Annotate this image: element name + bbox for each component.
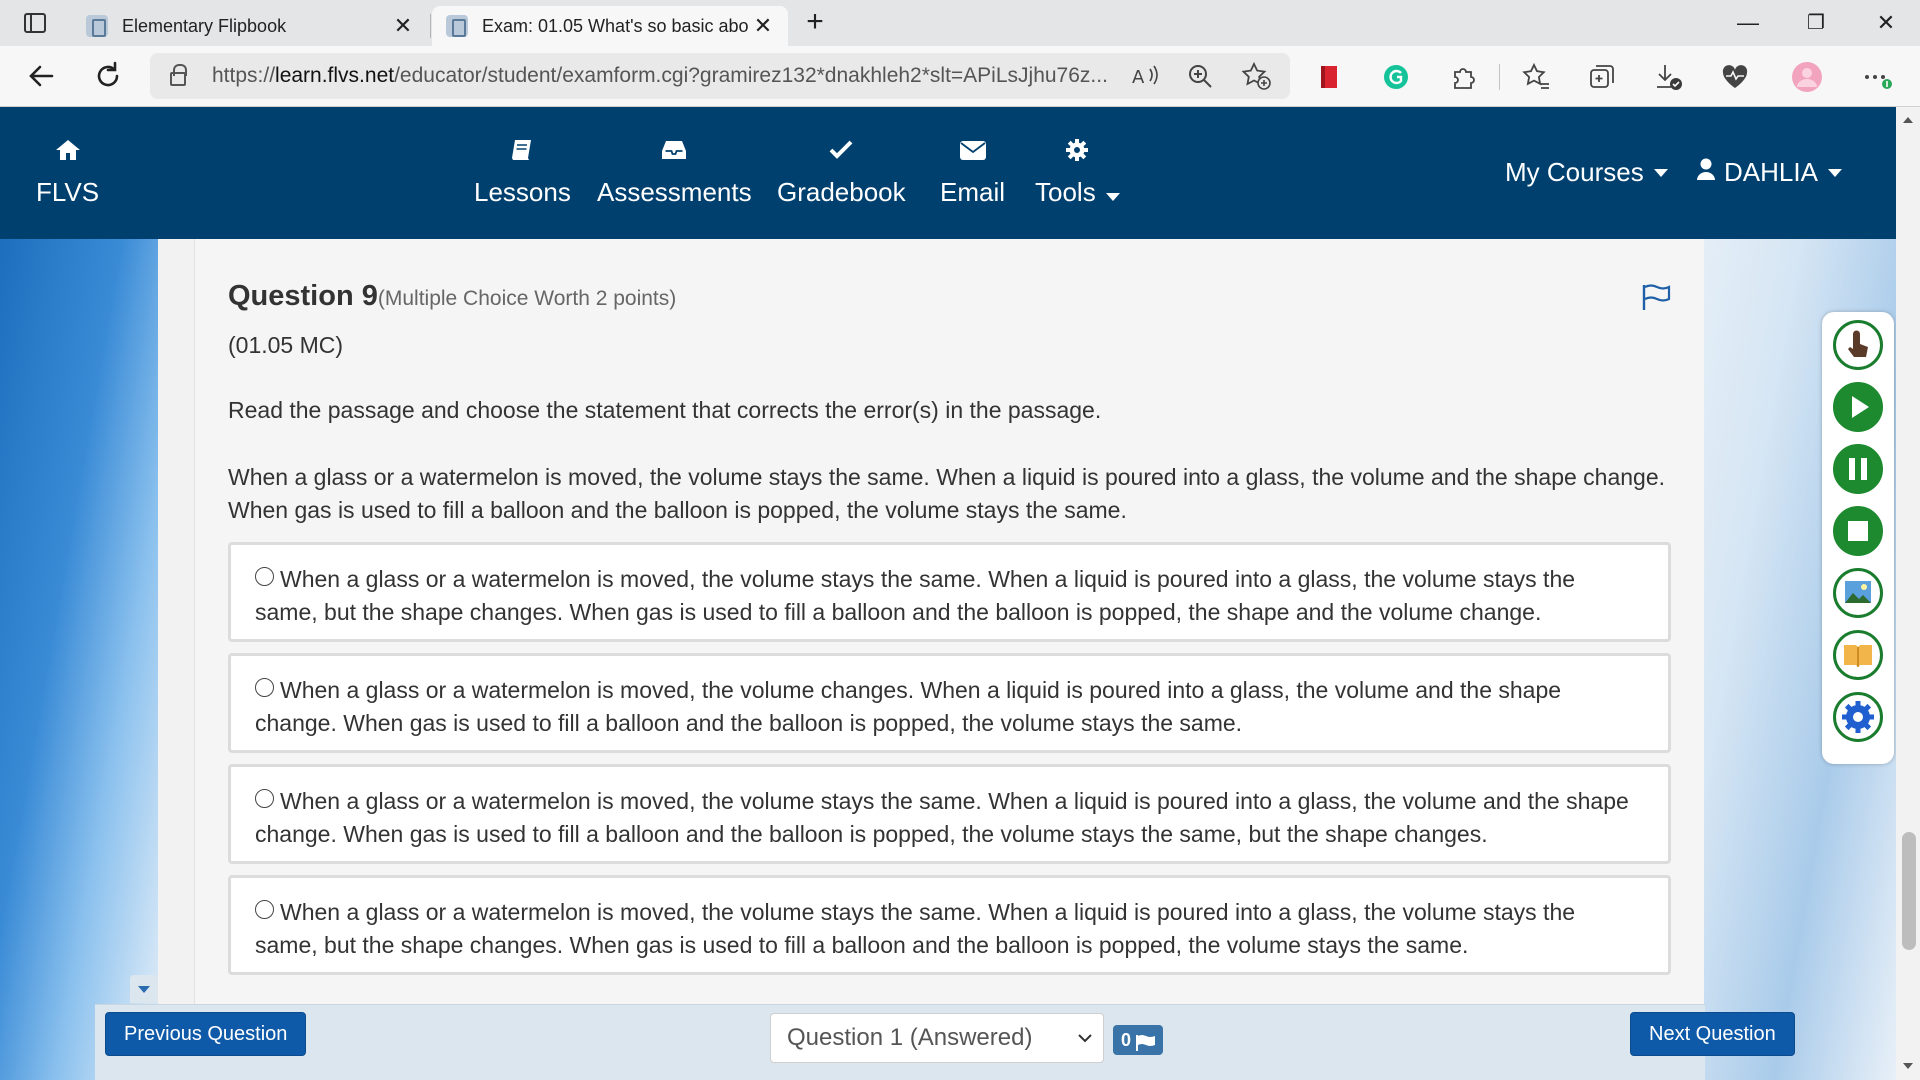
address-bar[interactable]: https://learn.flvs.net/educator/student/… — [150, 53, 1290, 99]
scrollbar-thumb[interactable] — [1902, 832, 1916, 950]
close-tab-icon[interactable]: ✕ — [392, 13, 414, 39]
checkmark-icon — [777, 137, 906, 167]
read-aloud-toolbar — [1822, 312, 1894, 764]
site-navigation: FLVS Lessons Assessments Gradebook Email… — [0, 107, 1896, 239]
pause-icon[interactable] — [1833, 444, 1883, 494]
answer-option-4[interactable]: When a glass or a watermelon is moved, t… — [228, 875, 1671, 975]
image-picture-icon[interactable] — [1833, 568, 1883, 618]
envelope-icon — [940, 137, 1005, 167]
flvs-favicon-icon — [446, 15, 468, 37]
extensions-puzzle-icon[interactable] — [1446, 60, 1480, 94]
more-options-icon[interactable] — [1860, 60, 1894, 94]
new-tab-button[interactable]: + — [796, 7, 834, 38]
profile-avatar[interactable] — [1790, 60, 1824, 94]
radio-button[interactable] — [255, 789, 274, 808]
my-courses-menu[interactable]: My Courses — [1505, 157, 1668, 188]
nav-tools[interactable]: Tools — [1035, 137, 1120, 208]
question-passage: When a glass or a watermelon is moved, t… — [228, 464, 1666, 523]
scroll-up-arrow-icon[interactable] — [1903, 117, 1913, 123]
nav-flvs-home[interactable]: FLVS — [36, 137, 99, 208]
add-favorite-icon[interactable] — [1240, 61, 1272, 91]
flag-icon — [1135, 1031, 1157, 1051]
stop-icon[interactable] — [1833, 506, 1883, 556]
browser-tab-exam[interactable]: Exam: 01.05 What's so basic abo ✕ — [432, 6, 788, 46]
scroll-down-arrow-icon[interactable] — [130, 975, 158, 1003]
browser-essentials-icon[interactable] — [1718, 60, 1752, 94]
browser-tab-strip: Elementary Flipbook ✕ Exam: 01.05 What's… — [0, 0, 1920, 46]
flvs-favicon-icon — [86, 15, 108, 37]
pointer-hand-icon[interactable] — [1833, 320, 1883, 370]
nav-lessons[interactable]: Lessons — [474, 137, 571, 208]
previous-question-button[interactable]: Previous Question — [105, 1012, 307, 1056]
lock-icon[interactable] — [170, 64, 187, 86]
gear-icon — [1035, 137, 1120, 167]
play-icon[interactable] — [1833, 382, 1883, 432]
collections-icon[interactable] — [1585, 60, 1619, 94]
chevron-down-icon — [1827, 168, 1842, 177]
scroll-down-arrow-icon[interactable] — [1903, 1063, 1913, 1069]
tab-title: Exam: 01.05 What's so basic abo — [482, 15, 749, 36]
answer-option-1[interactable]: When a glass or a watermelon is moved, t… — [228, 542, 1671, 642]
downloads-icon[interactable] — [1651, 60, 1685, 94]
url-text[interactable]: https://learn.flvs.net/educator/student/… — [212, 64, 1112, 88]
tab-title: Elementary Flipbook — [122, 15, 287, 36]
dictionary-book-icon[interactable] — [1833, 630, 1883, 680]
nav-gradebook[interactable]: Gradebook — [777, 137, 906, 208]
grammarly-icon[interactable] — [1379, 60, 1413, 94]
radio-button[interactable] — [255, 900, 274, 919]
chevron-down-icon — [1105, 193, 1120, 201]
answer-option-3[interactable]: When a glass or a watermelon is moved, t… — [228, 764, 1671, 864]
bookmark-extension-icon[interactable] — [1312, 60, 1346, 94]
zoom-icon[interactable] — [1185, 61, 1217, 91]
user-menu[interactable]: DAHLIA — [1696, 157, 1842, 188]
close-tab-icon[interactable]: ✕ — [752, 13, 774, 39]
tab-divider — [430, 14, 431, 38]
nav-email[interactable]: Email — [940, 137, 1005, 208]
svg-text:A: A — [1132, 67, 1145, 88]
back-arrow-icon[interactable] — [22, 56, 62, 96]
chevron-down-icon — [1653, 168, 1668, 177]
toolbar-divider — [1499, 64, 1500, 90]
tab-actions-icon[interactable] — [16, 8, 54, 38]
nav-assessments[interactable]: Assessments — [597, 137, 752, 208]
flagged-count-badge[interactable]: 0 — [1113, 1025, 1163, 1055]
settings-gear-icon[interactable] — [1833, 692, 1883, 742]
browser-tab-flipbook[interactable]: Elementary Flipbook ✕ — [72, 6, 428, 46]
page-scrollbar[interactable] — [1896, 107, 1920, 1080]
radio-button[interactable] — [255, 567, 274, 586]
close-window-button[interactable]: ✕ — [1858, 6, 1914, 40]
reload-icon[interactable] — [88, 56, 128, 96]
question-code: (01.05 MC) — [228, 332, 344, 358]
minimize-button[interactable]: — — [1720, 6, 1776, 40]
chevron-down-icon — [1077, 1014, 1093, 1080]
question-select[interactable]: Question 1 (Answered) — [770, 1013, 1104, 1063]
question-prompt: Read the passage and choose the statemen… — [228, 397, 1102, 423]
radio-button[interactable] — [255, 678, 274, 697]
browser-toolbar: https://learn.flvs.net/educator/student/… — [0, 46, 1920, 107]
favorites-icon[interactable] — [1519, 60, 1553, 94]
book-icon — [474, 137, 571, 167]
next-question-button[interactable]: Next Question — [1630, 1012, 1795, 1056]
question-worth: (Multiple Choice Worth 2 points) — [377, 287, 677, 310]
user-icon — [1696, 157, 1716, 188]
inbox-tray-icon — [597, 137, 752, 167]
flag-question-icon[interactable] — [1640, 282, 1672, 312]
read-aloud-icon[interactable]: A — [1130, 61, 1162, 91]
restore-button[interactable]: ❐ — [1788, 6, 1844, 40]
question-title: Question 9(Multiple Choice Worth 2 point… — [228, 280, 677, 312]
home-icon — [36, 137, 99, 167]
answer-option-2[interactable]: When a glass or a watermelon is moved, t… — [228, 653, 1671, 753]
